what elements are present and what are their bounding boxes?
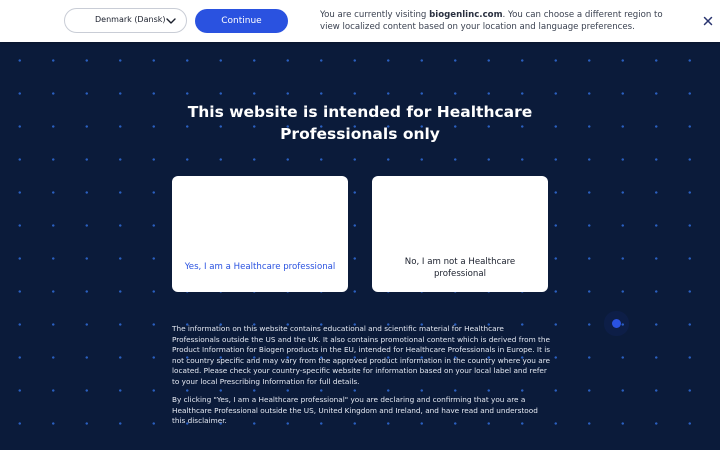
disclaimer-paragraph: The information on this website contains… — [172, 324, 551, 386]
continue-button[interactable]: Continue — [195, 9, 288, 33]
disclaimer-confirmation: By clicking "Yes, I am a Healthcare prof… — [172, 395, 538, 425]
no-hcp-label: No, I am not a Healthcare professional — [404, 257, 516, 279]
page-title: This website is intended for Healthcare … — [187, 103, 533, 143]
chevron-down-icon — [166, 18, 176, 24]
region-message-before: You are currently visiting — [320, 10, 430, 20]
yes-hcp-label: Yes, I am a Healthcare professional — [184, 262, 336, 272]
region-selector-bar: Denmark (Dansk) Continue You are current… — [0, 0, 720, 42]
region-message-site[interactable]: biogenlinc.com — [429, 10, 502, 20]
country-select-value: Denmark (Dansk) — [95, 15, 166, 24]
no-hcp-button[interactable]: No, I am not a Healthcare professional — [372, 176, 548, 292]
floating-accent-dot — [612, 319, 621, 328]
close-icon[interactable] — [702, 15, 714, 27]
yes-hcp-button[interactable]: Yes, I am a Healthcare professional — [172, 176, 348, 292]
region-message: You are currently visiting biogenlinc.co… — [320, 9, 680, 33]
country-select[interactable]: Denmark (Dansk) — [64, 8, 187, 33]
